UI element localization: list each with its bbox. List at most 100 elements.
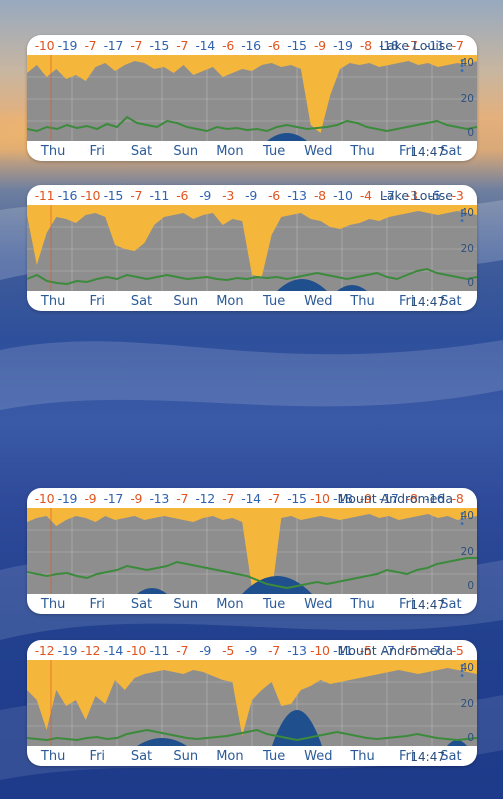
day-label: Sun bbox=[173, 748, 199, 764]
current-time: 14:47 bbox=[410, 295, 445, 309]
temperature-value: -14 bbox=[195, 37, 215, 53]
temperature-value: -7 bbox=[130, 37, 143, 53]
day-label: Sat bbox=[130, 596, 153, 612]
temperature-value: -11 bbox=[149, 187, 169, 203]
temperature-value: -19 bbox=[333, 37, 353, 53]
temperature-value: -9 bbox=[84, 490, 97, 506]
day-label: Sun bbox=[173, 143, 199, 159]
sunshine-area bbox=[27, 205, 477, 277]
forecast-chart bbox=[27, 55, 477, 141]
day-label: Wed bbox=[304, 748, 333, 764]
temperature-value: -15 bbox=[287, 37, 307, 53]
day-label: Thu bbox=[40, 596, 66, 612]
temperature-value: -8 bbox=[313, 187, 326, 203]
temperature-value: -10 bbox=[333, 187, 353, 203]
temperature-value: -8 bbox=[359, 37, 372, 53]
weather-widget-4[interactable]: -12 -19 -12 -14 -10 -11 -7 -9 -5 -9 -7 -13 -10 -11 -5-… bbox=[27, 640, 477, 766]
current-time: 14:47 bbox=[410, 750, 445, 764]
day-label: Wed bbox=[304, 143, 333, 159]
axis-tick-label: 20 bbox=[460, 698, 474, 710]
temperature-value: -9 bbox=[199, 642, 212, 658]
temperature-value: -12 bbox=[195, 490, 215, 506]
temperature-value: -17 bbox=[103, 37, 124, 53]
forecast-plot bbox=[27, 205, 477, 291]
temperature-value: -7 bbox=[222, 490, 235, 506]
day-label: Mon bbox=[216, 293, 244, 309]
station-name: Mount Andromeda bbox=[337, 643, 453, 658]
day-label: Sun bbox=[173, 596, 199, 612]
temperature-value: -15 bbox=[149, 37, 169, 53]
forecast-chart bbox=[27, 205, 477, 291]
temperature-value: -6 bbox=[176, 187, 189, 203]
temperature-value: -7 bbox=[176, 642, 189, 658]
temperature-value: -12 bbox=[80, 642, 101, 658]
axis-tick-label: 20 bbox=[460, 93, 474, 105]
day-label: Thu bbox=[40, 143, 66, 159]
day-label: Thu bbox=[350, 748, 375, 764]
axis-tick-label: 0 bbox=[467, 127, 474, 139]
temperature-value: -5 bbox=[222, 642, 235, 658]
temperature-value: -10 bbox=[34, 490, 55, 506]
temperature-value: -7 bbox=[268, 490, 280, 506]
day-label: Thu bbox=[40, 748, 66, 764]
temperature-value: -9 bbox=[130, 490, 143, 506]
temperature-value: -9 bbox=[245, 187, 257, 203]
temperature-value: -19 bbox=[57, 490, 78, 506]
temperature-value: -13 bbox=[287, 642, 307, 658]
temperature-value: -16 bbox=[57, 187, 78, 203]
temperature-value: -6 bbox=[222, 37, 235, 53]
temperature-value: -9 bbox=[199, 187, 212, 203]
precipitation-area bbox=[137, 738, 187, 746]
forecast-chart bbox=[27, 660, 477, 746]
temperature-value: -7 bbox=[176, 37, 189, 53]
precipitation-area bbox=[267, 133, 307, 141]
day-label: Wed bbox=[304, 293, 333, 309]
forecast-chart bbox=[27, 508, 477, 594]
day-label: Tue bbox=[263, 143, 286, 159]
station-name: Mount Andromeda bbox=[337, 491, 453, 506]
day-label: Mon bbox=[216, 143, 244, 159]
current-time: 14:47 bbox=[410, 145, 445, 159]
day-label: Mon bbox=[216, 596, 244, 612]
weather-widget-2[interactable]: -11 -16 -10 -15 -7 -11 -6 -9 -3 -9 -6 -13 -8 -10 -4 -7-… bbox=[27, 185, 477, 311]
axis-tick-label: 0 bbox=[467, 277, 474, 289]
temperature-value: -11 bbox=[34, 187, 55, 203]
day-label: Wed bbox=[304, 596, 333, 612]
axis-tick-label: 0 bbox=[467, 580, 474, 592]
forecast-plot bbox=[27, 55, 477, 141]
temperature-value: -7 bbox=[268, 642, 280, 658]
temperature-value: -7 bbox=[130, 187, 143, 203]
day-label: Thu bbox=[350, 293, 375, 309]
temperature-value: -10 bbox=[310, 490, 330, 506]
day-label: Sat bbox=[130, 143, 153, 159]
day-label: Sat bbox=[130, 748, 153, 764]
day-label: Tue bbox=[263, 596, 286, 612]
day-label: Fri bbox=[89, 748, 106, 764]
temperature-value: -13 bbox=[287, 187, 307, 203]
day-label: Sun bbox=[173, 293, 199, 309]
day-label: Tue bbox=[263, 293, 286, 309]
temperature-value: -12 bbox=[34, 642, 55, 658]
vertical-dots-icon[interactable]: • • • bbox=[459, 510, 465, 530]
vertical-dots-icon[interactable]: • • • bbox=[459, 207, 465, 227]
day-label: Fri bbox=[89, 293, 106, 309]
day-label: Fri bbox=[89, 143, 106, 159]
temperature-value: -17 bbox=[103, 490, 124, 506]
vertical-dots-icon[interactable]: • • • bbox=[459, 662, 465, 682]
temperature-value: -19 bbox=[57, 642, 78, 658]
vertical-dots-icon[interactable]: • • • bbox=[459, 57, 465, 77]
temperature-value: -6 bbox=[268, 187, 280, 203]
temperature-value: -10 bbox=[310, 642, 330, 658]
temperature-value: -14 bbox=[241, 490, 261, 506]
sunshine-area bbox=[27, 508, 477, 594]
axis-tick-label: 20 bbox=[460, 546, 474, 558]
weather-widget-3[interactable]: -10 -19 -9 -17 -9 -13 -7 -12 -7 -14 -7 -15 -10 -18 -9-… bbox=[27, 488, 477, 614]
day-label: Thu bbox=[40, 293, 66, 309]
weather-widget-1[interactable]: -10 -19 -7 -17 -7 -15 -7 -14 -6 -16 -6 -15 -9 -19 -8 -1… bbox=[27, 35, 477, 161]
temperature-value: -10 bbox=[126, 642, 147, 658]
forecast-plot bbox=[27, 508, 477, 594]
temperature-value: -13 bbox=[149, 490, 169, 506]
temperature-value: -14 bbox=[103, 642, 124, 658]
day-label: Mon bbox=[216, 748, 244, 764]
temperature-value: -16 bbox=[241, 37, 261, 53]
